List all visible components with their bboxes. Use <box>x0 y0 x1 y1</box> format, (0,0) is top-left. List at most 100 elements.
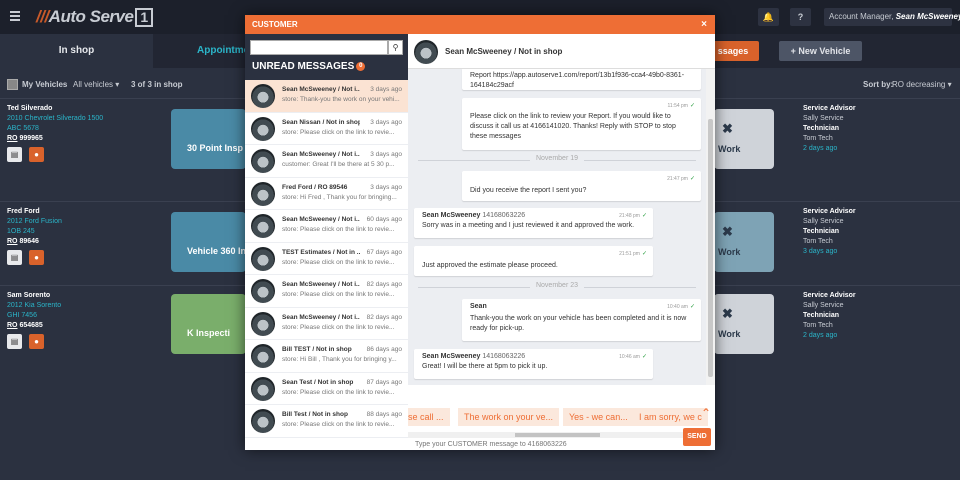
quick-reply-chip[interactable]: Yes - we can... <box>563 408 634 426</box>
vehicle-owner[interactable]: Fred Ford <box>7 207 62 217</box>
conversation-item[interactable]: Sean Test / Not in shop 87 days ago store:… <box>245 373 408 405</box>
quick-reply-chip[interactable]: The work on your ve... <box>458 408 560 426</box>
document-icon[interactable]: ▤ <box>7 334 22 349</box>
check-icon: ✓ <box>641 213 647 219</box>
vehicle-filter-dropdown[interactable]: All vehicles ▾ <box>73 80 119 89</box>
app-logo: ///Auto Serve 1 <box>36 7 153 27</box>
avatar <box>251 409 275 433</box>
repair-order: RO 654685 <box>7 322 43 329</box>
quick-replies-scrollbar[interactable] <box>408 432 706 438</box>
conversation-list: Sean McSweeney / Not i... 3 days ago store… <box>245 80 408 450</box>
date-divider: November 23 <box>418 282 696 289</box>
avatar <box>251 84 275 108</box>
conversation-item[interactable]: Sean McSweeney / Not i... 82 days ago stor… <box>245 275 408 308</box>
conversation-item[interactable]: Sean McSweeney / Not i... 3 days ago custo… <box>245 145 408 178</box>
message-bubble-incoming: 10:46 am ✓ Sean McSweeney 14168063226 Gre… <box>414 349 653 379</box>
check-icon: ✓ <box>689 176 695 182</box>
conversation-item[interactable]: Sean McSweeney / Not i... 82 days ago stor… <box>245 308 408 340</box>
vehicle-plate: GHI 7456 <box>7 312 37 319</box>
avatar <box>251 279 275 303</box>
bell-icon[interactable]: 🔔 <box>758 8 779 26</box>
chat-title: Sean McSweeney / Not in shop <box>445 47 563 56</box>
repair-order: RO 89646 <box>7 238 39 245</box>
conversation-sidebar: ⚲ UNREAD MESSAGES 0 Sean McSweeney / Not … <box>245 34 408 450</box>
message-bubble-incoming: 21:48 pm ✓ Sean McSweeney 14168063226 Sor… <box>414 208 653 238</box>
avatar <box>251 181 275 206</box>
check-icon: ✓ <box>689 103 695 109</box>
conversation-item[interactable]: Bill TEST / Not in shop 86 days ago store:… <box>245 340 408 373</box>
chat-header: Sean McSweeney / Not in shop <box>408 34 715 69</box>
message-input[interactable] <box>413 439 653 450</box>
message-bubble-outgoing: 11:54 pm ✓ Please click on the link to re… <box>462 98 701 150</box>
tab-in-shop[interactable]: In shop <box>0 34 153 68</box>
conversation-item[interactable]: Fred Ford / RO 89546 3 days ago store: Hi … <box>245 178 408 210</box>
document-icon[interactable]: ▤ <box>7 147 22 162</box>
sort-label: Sort by: <box>863 80 894 89</box>
avatar <box>251 311 275 336</box>
avatar <box>251 344 275 368</box>
inspection-card[interactable]: K Inspecti <box>171 294 246 354</box>
vehicle-owner[interactable]: Ted Silverado <box>7 104 103 114</box>
wrench-icon: ✖ <box>722 224 733 239</box>
conversation-item[interactable]: Bill Test / Not in shop 88 days ago store:… <box>245 405 408 438</box>
vehicle-owner[interactable]: Sam Sorento <box>7 291 61 301</box>
vehicle-plate: ABC 5678 <box>7 125 39 132</box>
message-bubble-outgoing: 21:47 pm ✓ Did you receive the report I s… <box>462 171 701 201</box>
chat-icon[interactable]: ● <box>29 147 44 162</box>
avatar <box>251 246 275 271</box>
message-bubble-outgoing: Report https://app.autoserve1.com/report… <box>462 69 701 90</box>
check-icon: ✓ <box>689 304 695 310</box>
unread-messages-heading: UNREAD MESSAGES 0 <box>252 61 366 72</box>
inspection-card[interactable]: Vehicle 360 Ins <box>171 212 251 272</box>
chat-icon[interactable]: ● <box>29 334 44 349</box>
avatar <box>414 40 438 64</box>
tab-appointments[interactable]: Appointme <box>197 34 249 68</box>
wrench-icon: ✖ <box>722 306 733 321</box>
thread-scrollbar[interactable] <box>706 69 715 385</box>
conversation-item[interactable]: Sean Nissan / Not in shop 3 days ago store… <box>245 113 408 145</box>
vehicle-plate: 1OB 245 <box>7 228 35 235</box>
conversation-search-input[interactable] <box>250 40 388 55</box>
vehicle-model[interactable]: 2010 Chevrolet Silverado 1500 <box>7 114 103 124</box>
modal-title: CUSTOMER <box>252 20 298 29</box>
vehicle-count: 3 of 3 in shop <box>131 80 183 89</box>
avatar <box>251 376 275 401</box>
composer <box>408 439 715 450</box>
close-icon[interactable]: × <box>701 15 707 34</box>
work-card[interactable]: ✖ Work <box>714 294 774 354</box>
message-bubble-outgoing: 10:40 am ✓ Sean Thank-you the work on you… <box>462 299 701 341</box>
conversation-item[interactable]: Sean McSweeney / Not i... 3 days ago store… <box>245 80 408 113</box>
menu-icon[interactable] <box>10 11 20 23</box>
conversation-item[interactable]: TEST Estimates / Not in ... 67 days ago st… <box>245 243 408 275</box>
sort-dropdown[interactable]: RO decreasing ▾ <box>892 80 952 89</box>
search-icon[interactable]: ⚲ <box>388 40 403 55</box>
work-card[interactable]: ✖ Work <box>714 212 774 272</box>
avatar <box>251 149 275 173</box>
modal-header: CUSTOMER × <box>245 15 715 34</box>
conversation-item[interactable]: Sean McSweeney / Not i... 60 days ago stor… <box>245 210 408 243</box>
check-icon: ✓ <box>641 251 647 257</box>
unread-count-badge: 0 <box>356 61 366 71</box>
chevron-up-icon[interactable]: ⌃ <box>701 406 711 420</box>
message-thread: Report https://app.autoserve1.com/report… <box>408 69 706 385</box>
customer-messages-modal: CUSTOMER × ⚲ UNREAD MESSAGES 0 Sean McSwe… <box>245 15 715 450</box>
quick-replies: se call ... The work on your ve... Yes -… <box>408 404 715 432</box>
document-icon[interactable]: ▤ <box>7 250 22 265</box>
my-vehicles-checkbox[interactable] <box>7 79 18 90</box>
help-button[interactable]: ? <box>790 8 811 26</box>
my-vehicles-label: My Vehicles <box>22 80 68 89</box>
work-card[interactable]: ✖ Work <box>714 109 774 169</box>
account-menu[interactable]: Account Manager, Sean McSweeney <box>824 8 960 26</box>
vehicle-model[interactable]: 2012 Ford Fusion <box>7 217 62 227</box>
date-divider: November 19 <box>418 155 696 162</box>
send-button[interactable]: SEND <box>683 428 711 446</box>
vehicle-model[interactable]: 2012 Kia Sorento <box>7 301 61 311</box>
chat-icon[interactable]: ● <box>29 250 44 265</box>
new-vehicle-button[interactable]: + New Vehicle <box>779 41 862 61</box>
inspection-card[interactable]: 30 Point Insp <box>171 109 246 169</box>
quick-reply-chip[interactable]: I am sorry, we c <box>633 408 708 426</box>
message-bubble-incoming: 21:51 pm ✓ Just approved the estimate ple… <box>414 246 653 276</box>
avatar <box>251 214 275 238</box>
quick-reply-chip[interactable]: se call ... <box>408 408 450 426</box>
repair-order: RO 999965 <box>7 135 43 142</box>
